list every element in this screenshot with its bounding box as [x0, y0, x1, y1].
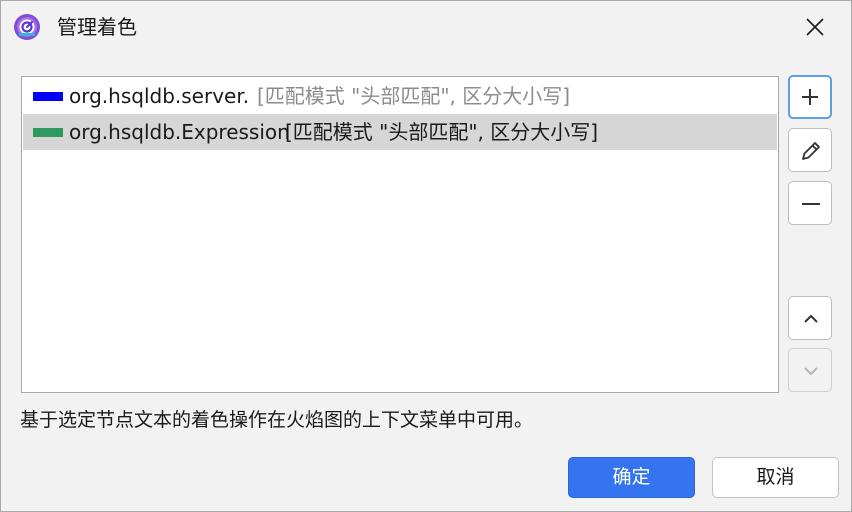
chevron-up-icon — [804, 315, 818, 323]
chevron-down-icon — [804, 367, 818, 375]
close-button[interactable] — [797, 9, 833, 45]
cancel-button[interactable]: 取消 — [712, 457, 839, 498]
minus-icon — [802, 203, 820, 205]
coloring-options: [匹配模式 "头部匹配", 区分大小写] — [285, 120, 599, 144]
ok-button[interactable]: 确定 — [568, 457, 695, 498]
color-swatch — [33, 92, 63, 101]
add-button[interactable] — [788, 75, 832, 119]
move-down-button[interactable] — [788, 348, 832, 392]
profiler-app-icon — [13, 13, 41, 41]
plus-icon — [802, 89, 818, 105]
coloring-pattern: org.hsqldb.Expression — [69, 120, 290, 144]
dialog-title: 管理着色 — [57, 15, 137, 39]
manage-coloring-dialog: 管理着色 org.hsqldb.server. [匹配模式 "头部匹配", 区分… — [0, 0, 852, 512]
color-swatch — [33, 128, 63, 137]
title-bar: 管理着色 — [1, 1, 851, 53]
remove-button[interactable] — [788, 181, 832, 225]
edit-button[interactable] — [788, 128, 832, 172]
coloring-pattern: org.hsqldb.server. — [69, 84, 250, 108]
list-item[interactable]: org.hsqldb.server. [匹配模式 "头部匹配", 区分大小写] — [23, 78, 777, 114]
list-item[interactable]: org.hsqldb.Expression [匹配模式 "头部匹配", 区分大小… — [23, 114, 777, 150]
move-up-button[interactable] — [788, 296, 832, 340]
coloring-list[interactable]: org.hsqldb.server. [匹配模式 "头部匹配", 区分大小写] … — [21, 76, 779, 393]
hint-text: 基于选定节点文本的着色操作在火焰图的上下文菜单中可用。 — [20, 409, 534, 431]
pencil-icon — [802, 142, 820, 160]
coloring-options: [匹配模式 "头部匹配", 区分大小写] — [257, 84, 571, 108]
close-icon — [806, 18, 824, 36]
